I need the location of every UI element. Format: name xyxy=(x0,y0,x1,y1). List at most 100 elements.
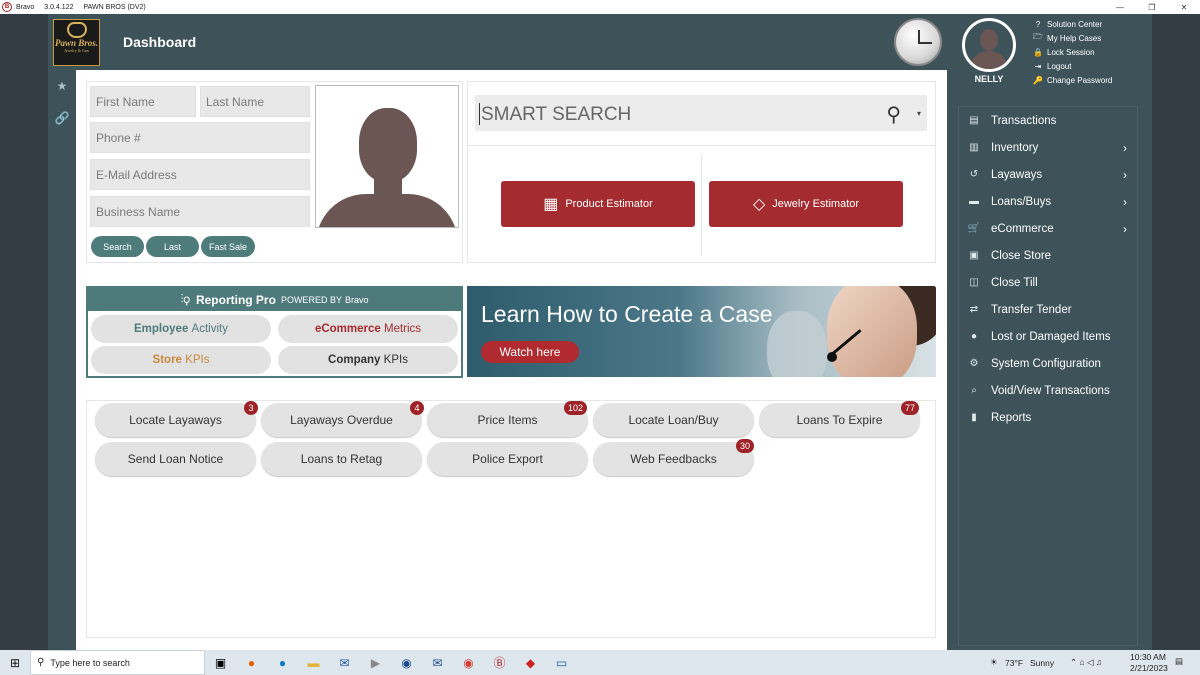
gears-icon: ⚙ xyxy=(969,358,979,369)
customer-photo[interactable] xyxy=(315,85,459,228)
taskbar-search-placeholder: Type here to search xyxy=(50,657,130,668)
tray-icons[interactable]: ⌃ ⌂ ◁ ♫ xyxy=(1070,657,1102,668)
lock-icon: 🔒 xyxy=(1033,47,1043,57)
count-badge: 77 xyxy=(901,401,920,415)
sidebar-item-inventory[interactable]: ▥ Inventory › xyxy=(959,134,1139,161)
locate-layaways-button[interactable]: Locate Layaways xyxy=(95,403,256,437)
watch-here-button[interactable]: Watch here xyxy=(481,341,579,363)
store-kpis-button[interactable]: Store KPIs xyxy=(91,346,271,374)
reporting-pro-title: Reporting Pro xyxy=(195,292,276,307)
search-button[interactable]: Search xyxy=(91,236,144,257)
user-avatar[interactable] xyxy=(962,18,1016,72)
taskbar-search-input[interactable]: ⚲ Type here to search xyxy=(30,650,205,675)
company-kpis-button[interactable]: Company KPIs xyxy=(278,346,458,374)
web-feedbacks-button[interactable]: Web Feedbacks xyxy=(593,442,754,476)
learn-banner[interactable]: Learn How to Create a Case Watch here xyxy=(467,286,936,377)
first-name-field[interactable]: First Name xyxy=(90,86,196,117)
user-menu-logout[interactable]: ⇥ Logout xyxy=(1032,59,1112,73)
edge-icon[interactable]: ● xyxy=(267,650,298,675)
minimize-button[interactable]: — xyxy=(1104,0,1136,14)
employee-activity-button[interactable]: Employee Activity xyxy=(91,315,271,343)
layaways-overdue-button[interactable]: Layaways Overdue xyxy=(261,403,422,437)
user-menu: ? Solution Center 🗁 My Help Cases 🔒 Lock Se… xyxy=(1032,17,1112,87)
banner-title: Learn How to Create a Case xyxy=(481,301,773,327)
report-strong: Company xyxy=(328,354,381,366)
chevron-right-icon: › xyxy=(1123,221,1127,236)
ecommerce-metrics-button[interactable]: eCommerce Metrics xyxy=(278,315,458,343)
till-icon: ◫ xyxy=(969,277,979,288)
logout-icon: ⇥ xyxy=(1034,61,1042,71)
link-icon[interactable]: 🔗 xyxy=(48,102,76,134)
report-icon: ▮ xyxy=(971,412,977,423)
outlook-icon[interactable]: ✉ xyxy=(422,650,453,675)
sidebar-item-lost-damaged[interactable]: ● Lost or Damaged Items xyxy=(959,323,1139,350)
police-export-button[interactable]: Police Export xyxy=(427,442,588,476)
sidebar-item-transfer-tender[interactable]: ⇄ Transfer Tender xyxy=(959,296,1139,323)
sidebar-item-label: Transfer Tender xyxy=(991,303,1072,316)
ring-logo-icon xyxy=(66,22,87,38)
sidebar-item-layaways[interactable]: ↺ Layaways › xyxy=(959,161,1139,188)
clock-icon xyxy=(894,18,942,66)
user-menu-solution-center[interactable]: ? Solution Center xyxy=(1032,17,1112,31)
caret-down-icon[interactable]: ▾ xyxy=(917,109,921,118)
loans-to-retag-button[interactable]: Loans to Retag xyxy=(261,442,422,476)
search-icon[interactable]: ⚲ xyxy=(886,102,901,127)
last-button[interactable]: Last xyxy=(146,236,199,257)
email-field[interactable]: E-Mail Address xyxy=(90,159,310,190)
sidebar-item-reports[interactable]: ▮ Reports xyxy=(959,404,1139,431)
sidebar-item-close-till[interactable]: ◫ Close Till xyxy=(959,269,1139,296)
loans-to-expire-button[interactable]: Loans To Expire xyxy=(759,403,920,437)
business-name-field[interactable]: Business Name xyxy=(90,196,310,227)
remote-desktop-icon[interactable]: ▭ xyxy=(546,650,577,675)
clock-date: 2/21/2023 xyxy=(1130,663,1168,673)
chart-search-icon: ⫶⚲ xyxy=(180,292,190,306)
sidebar-item-close-store[interactable]: ▣ Close Store xyxy=(959,242,1139,269)
notification-icon[interactable]: ▤ xyxy=(1175,656,1183,667)
user-menu-change-password[interactable]: 🔑 Change Password xyxy=(1032,73,1112,87)
jewelry-estimator-button[interactable]: ◇ Jewelry Estimator xyxy=(709,181,903,227)
banner-person-image xyxy=(827,286,917,377)
file-explorer-icon[interactable]: ▬ xyxy=(298,650,329,675)
app-version: 3.0.4.122 xyxy=(44,3,74,11)
task-view-icon[interactable]: ▣ xyxy=(205,650,236,675)
media-icon[interactable]: ▶ xyxy=(360,650,391,675)
headset-mic-image xyxy=(827,352,837,362)
sidebar-item-void-view[interactable]: ⌕ Void/View Transactions xyxy=(959,377,1139,404)
last-name-field[interactable]: Last Name xyxy=(200,86,310,117)
windows-start-icon[interactable]: ⊞ xyxy=(0,650,30,675)
jewelry-estimator-label: Jewelry Estimator xyxy=(772,198,860,210)
user-menu-lock-session[interactable]: 🔒 Lock Session xyxy=(1032,45,1112,59)
close-button[interactable]: ✕ xyxy=(1168,0,1200,14)
powered-by-text: POWERED BY xyxy=(280,294,342,305)
sidebar-item-label: Close Till xyxy=(991,276,1038,289)
sidebar-item-label: Reports xyxy=(991,411,1032,424)
product-estimator-button[interactable]: ▦ Product Estimator xyxy=(501,181,695,227)
fast-sale-button[interactable]: Fast Sale xyxy=(201,236,255,257)
app-icon[interactable]: ◆ xyxy=(515,650,546,675)
user-menu-help-cases[interactable]: 🗁 My Help Cases xyxy=(1032,31,1112,45)
sidebar-item-system-configuration[interactable]: ⚙ System Configuration xyxy=(959,350,1139,377)
sidebar-item-ecommerce[interactable]: 🛒 eCommerce › xyxy=(959,215,1139,242)
sidebar-item-loans-buys[interactable]: ▬ Loans/Buys › xyxy=(959,188,1139,215)
star-icon[interactable]: ★ xyxy=(48,70,76,102)
page-title: Dashboard xyxy=(123,34,197,50)
smart-search-input[interactable]: SMART SEARCH ⚲ ▾ xyxy=(475,95,927,131)
phone-field[interactable]: Phone # xyxy=(90,122,310,153)
report-rest: Metrics xyxy=(383,323,422,335)
sidebar-item-label: eCommerce xyxy=(991,222,1054,235)
firefox-icon[interactable]: ● xyxy=(236,650,267,675)
weather-icon[interactable]: ☀ xyxy=(990,657,998,668)
chrome-icon[interactable]: ◉ xyxy=(453,650,484,675)
restore-button[interactable]: ❐ xyxy=(1136,0,1168,14)
brand-logo[interactable]: Pawn Bros. Jewelry & Gun xyxy=(53,19,100,66)
window-titlebar: B Bravo 3.0.4.122 PAWN BROS (DV2) — ❐ ✕ xyxy=(0,0,1200,14)
brand-sub: Jewelry & Gun xyxy=(64,48,89,53)
bravo-app-icon[interactable]: Ⓑ xyxy=(484,650,515,675)
hp-icon[interactable]: ◉ xyxy=(391,650,422,675)
locate-loan-buy-button[interactable]: Locate Loan/Buy xyxy=(593,403,754,437)
app-window: Pawn Bros. Jewelry & Gun Dashboard NELLY… xyxy=(48,14,1152,650)
mail-icon[interactable]: ✉ xyxy=(329,650,360,675)
user-menu-label: Lock Session xyxy=(1047,47,1095,57)
send-loan-notice-button[interactable]: Send Loan Notice xyxy=(95,442,256,476)
sidebar-item-transactions[interactable]: ▤ Transactions xyxy=(959,107,1139,134)
